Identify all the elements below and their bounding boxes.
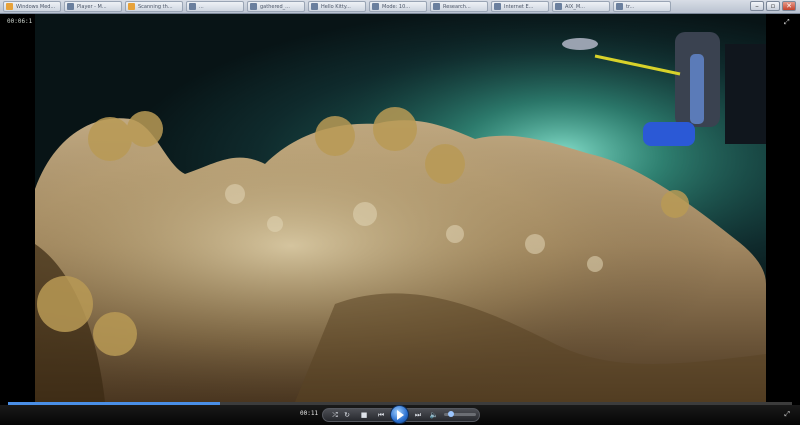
taskbar-tab[interactable]: Scanning th... [125,1,183,12]
taskbar-tab[interactable]: ... [186,1,244,12]
next-icon[interactable]: ⏭ [412,410,424,420]
taskbar-tab-label: Hello Kitty... [321,3,351,10]
current-time: 00:11 [300,410,319,417]
window-controls: – ▫ ✕ [750,1,796,11]
shuffle-icon[interactable]: ⤮ [330,410,340,420]
volume-icon[interactable]: 🔈 [429,410,439,420]
minimize-button[interactable]: – [750,1,764,11]
taskbar-tab[interactable]: Windows Med... [3,1,61,12]
maximize-button[interactable]: ▫ [766,1,780,11]
app-icon [555,3,562,10]
taskbar-tab-label: AIX_M... [565,3,585,10]
taskbar-tab[interactable]: Hello Kitty... [308,1,366,12]
close-button[interactable]: ✕ [782,1,796,11]
taskbar-tab-label: gathered_... [260,3,290,10]
taskbar-tab[interactable]: Internet E... [491,1,549,12]
app-icon [372,3,379,10]
play-icon [397,409,404,420]
taskbar-tab[interactable]: gathered_... [247,1,305,12]
app-icon [250,3,257,10]
seek-progress [8,402,220,405]
video-frame[interactable] [35,14,766,402]
taskbar-tab[interactable]: AIX_M... [552,1,610,12]
taskbar-tab-label: ... [199,3,204,10]
app-icon [189,3,196,10]
taskbar-tab-label: Player - M... [77,3,107,10]
app-icon [67,3,74,10]
taskbar-tab[interactable]: Mode: 10... [369,1,427,12]
app-icon [494,3,501,10]
app-icon [6,3,13,10]
taskbar-tab-label: Mode: 10... [382,3,411,10]
app-icon [128,3,135,10]
taskbar-tab-label: Internet E... [504,3,534,10]
taskbar-tab-label: Windows Med... [16,3,56,10]
play-button[interactable] [390,405,409,424]
taskbar-tab-label: Research... [443,3,471,10]
taskbar-strip: Windows Med... Player - M... Scanning th..… [0,0,800,14]
volume-handle[interactable] [447,411,454,417]
taskbar-tab-label: Scanning th... [138,3,173,10]
stop-icon[interactable]: ■ [359,410,369,420]
fullscreen-icon[interactable]: ⤢ [784,410,790,419]
timecode-overlay: 00:06:1 [7,18,33,25]
taskbar-tab[interactable]: tr... [613,1,671,12]
taskbar-tab[interactable]: Research... [430,1,488,12]
taskbar-tab-label: tr... [626,3,635,10]
app-icon [616,3,623,10]
previous-icon[interactable]: ⏮ [375,410,387,420]
app-icon [311,3,318,10]
taskbar-tab[interactable]: Player - M... [64,1,122,12]
expand-icon[interactable]: ⤢ [784,18,792,26]
media-player-window: Windows Med... Player - M... Scanning th..… [0,0,800,425]
underwater-scene [35,14,766,402]
repeat-icon[interactable]: ↻ [342,410,352,420]
app-icon [433,3,440,10]
